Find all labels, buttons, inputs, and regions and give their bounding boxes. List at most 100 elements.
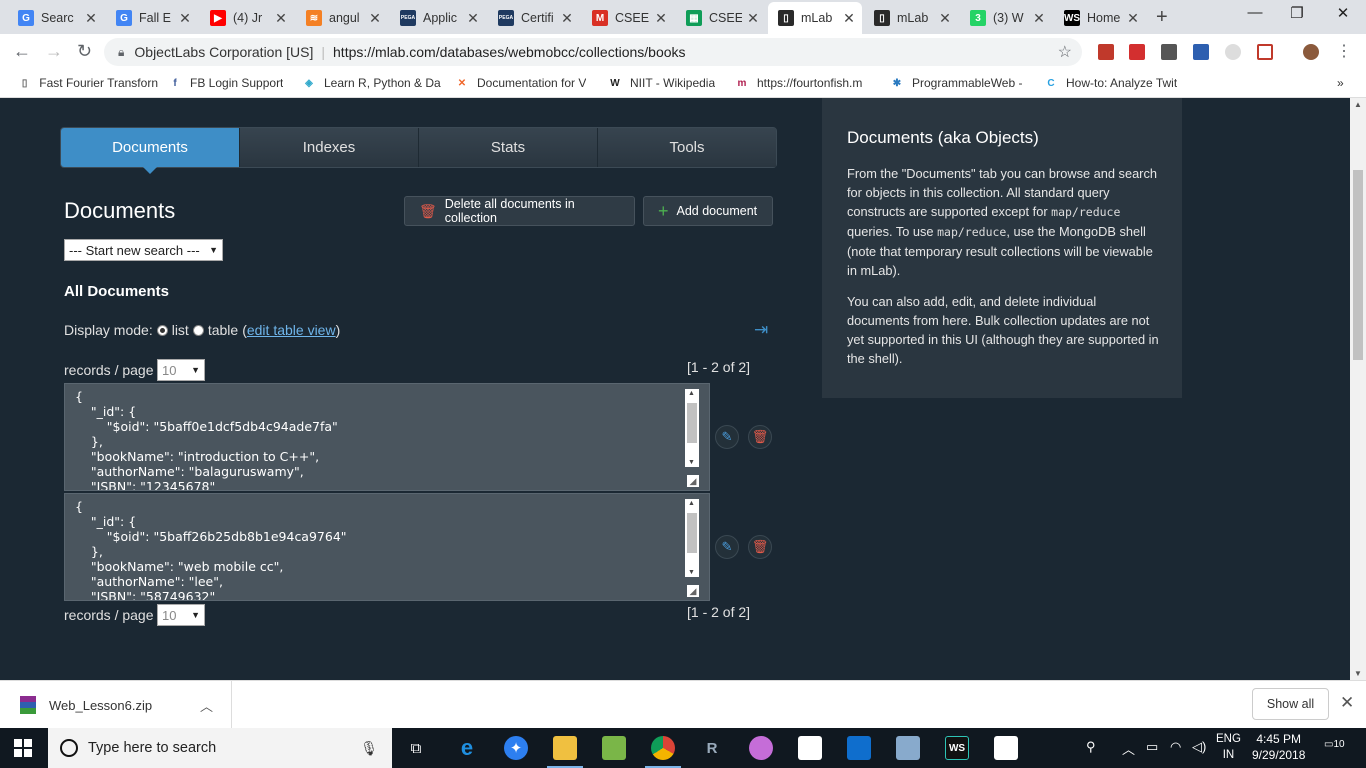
microphone-icon[interactable]: 🎙︎ [360,740,378,757]
taskbar-search[interactable]: Type here to search 🎙︎ [48,728,392,768]
document-json[interactable]: { "_id": { "$oid": "5baff0e1dcf5db4c94ad… [65,384,709,490]
bookmark-item[interactable]: m https://fourtonfish.m [735,76,863,90]
forward-icon[interactable]: → [45,41,63,62]
delete-icon[interactable]: 🗑︎ [748,425,772,449]
browser-tab[interactable]: ≋ angul ✕ [296,4,388,32]
delete-all-button[interactable]: 🗑︎ Delete all documents in collection [404,196,635,226]
edit-icon[interactable]: ✎ [715,535,739,559]
close-tab-icon[interactable]: ✕ [466,10,480,27]
address-url[interactable]: https://mlab.com/databases/webmobcc/coll… [333,44,686,60]
language-indicator[interactable]: ENG IN [1216,731,1241,763]
webstorm-icon[interactable]: WS [945,736,969,760]
clock[interactable]: 4:45 PM 9/29/2018 [1252,731,1305,763]
browser-tab[interactable]: PEGA Applic ✕ [390,4,486,32]
page-scrollbar[interactable]: ▲ ▼ [1350,98,1366,680]
address-bar[interactable]: 🔒︎ ObjectLabs Corporation [US] | https:/… [104,38,1082,66]
new-tab-button[interactable]: + [1156,6,1168,29]
close-tab-icon[interactable]: ✕ [746,10,760,27]
download-item[interactable]: Web_Lesson6.zip ︿ [0,681,232,729]
task-view-icon[interactable]: ⧉ [404,736,428,760]
extension-bookmark-icon[interactable] [1193,44,1209,60]
search-select[interactable]: --- Start new search --- ▼ [64,239,223,261]
table-radio[interactable] [192,324,204,336]
close-tab-icon[interactable]: ✕ [274,10,288,27]
browser-tab[interactable]: G Fall E ✕ [106,4,198,32]
notification-icon[interactable]: ▭10 [1324,739,1345,750]
scrollbar[interactable]: ▲ ▼ [685,389,699,467]
profile-avatar[interactable] [1303,44,1319,60]
resize-grip-icon[interactable]: ◢ [687,585,699,597]
close-tab-icon[interactable]: ✕ [938,10,952,27]
browser-tab[interactable]: ▶ (4) Jr ✕ [200,4,294,32]
bookmark-item[interactable]: ✕ Documentation for V [455,76,587,90]
bookmark-item[interactable]: C How-to: Analyze Twit [1044,76,1177,90]
bookmark-item[interactable]: W NIIT - Wikipedia [608,76,715,90]
extension-jb-icon[interactable] [1161,44,1177,60]
list-radio[interactable] [156,324,168,336]
bookmark-item[interactable]: ✱ ProgrammableWeb - [890,76,1023,90]
mail-icon[interactable] [994,736,1018,760]
restore-button[interactable]: ❐ [1274,4,1320,22]
close-window-button[interactable]: ✕ [1320,4,1366,22]
browser-tab[interactable]: ▯ mLab ✕ [864,4,958,32]
extension-book-icon[interactable] [1098,44,1114,60]
resize-grip-icon[interactable]: ◢ [687,475,699,487]
bookmark-item[interactable]: f FB Login Support [168,76,283,90]
browser-tab[interactable]: WS Home ✕ [1054,4,1146,32]
virtualbox-icon[interactable] [896,736,920,760]
records-per-page-select[interactable]: 10 ▼ [157,604,205,626]
reload-icon[interactable]: ↻ [77,41,92,62]
tab-indexes[interactable]: Indexes [240,128,419,167]
browser-tab[interactable]: 3 (3) W ✕ [960,4,1052,32]
browser-tab[interactable]: M CSEE ✕ [582,4,674,32]
records-per-page-select[interactable]: 10 ▼ [157,359,205,381]
safari-icon[interactable]: ✦ [504,736,528,760]
close-tab-icon[interactable]: ✕ [560,10,574,27]
volume-icon[interactable]: ◁) [1192,739,1206,755]
back-icon[interactable]: ← [13,41,31,62]
export-icon[interactable]: ⇥ [754,320,768,340]
battery-icon[interactable]: ▭ [1146,739,1158,755]
r-icon[interactable]: R [700,736,724,760]
bookmark-star-icon[interactable]: ☆ [1058,42,1072,62]
browser-tab[interactable]: G Searc ✕ [8,4,104,32]
extension-pocket-icon[interactable] [1257,44,1273,60]
edge-icon[interactable]: e [455,735,479,760]
delete-icon[interactable]: 🗑︎ [748,535,772,559]
extension-play-icon[interactable] [1129,44,1145,60]
minimize-button[interactable]: — [1232,4,1278,21]
sticky-notes-icon[interactable] [798,736,822,760]
browser-tab[interactable]: ▦ CSEE ✕ [676,4,766,32]
close-tab-icon[interactable]: ✕ [178,10,192,27]
wifi-icon[interactable]: ◠ [1170,739,1181,755]
add-document-button[interactable]: + Add document [643,196,773,226]
chevron-up-icon[interactable]: ︿ [1122,739,1135,758]
chevron-up-icon[interactable]: ︿ [200,696,213,715]
show-all-button[interactable]: Show all [1252,688,1329,720]
menu-kebab-icon[interactable]: ⋮ [1336,41,1352,61]
tab-documents[interactable]: Documents [61,128,240,174]
tab-tools[interactable]: Tools [598,128,776,167]
bookmark-item[interactable]: ▯ Fast Fourier Transforn [18,76,158,90]
browser-tab[interactable]: PEGA Certifi ✕ [488,4,580,32]
chrome-icon[interactable] [645,736,681,768]
github-desktop-icon[interactable] [749,736,773,760]
browser-tab[interactable]: ▯ mLab ✕ [768,2,862,34]
close-tab-icon[interactable]: ✕ [368,10,382,27]
document-json[interactable]: { "_id": { "$oid": "5baff26b25db8b1e94ca… [65,494,709,600]
notepad-icon[interactable] [602,736,626,760]
close-tab-icon[interactable]: ✕ [1126,10,1140,27]
file-explorer-icon[interactable] [547,736,583,768]
edit-icon[interactable]: ✎ [715,425,739,449]
bookmark-item[interactable]: ◈ Learn R, Python & Da [302,76,441,90]
close-tab-icon[interactable]: ✕ [1032,10,1046,27]
close-tab-icon[interactable]: ✕ [654,10,668,27]
windows-start-icon[interactable] [14,739,32,757]
scrollbar[interactable]: ▲ ▼ [685,499,699,577]
edit-table-view-link[interactable]: edit table view [247,322,336,338]
document-editor[interactable]: { "_id": { "$oid": "5baff26b25db8b1e94ca… [64,493,710,601]
tab-stats[interactable]: Stats [419,128,598,167]
document-editor[interactable]: { "_id": { "$oid": "5baff0e1dcf5db4c94ad… [64,383,710,491]
outlook-icon[interactable] [847,736,871,760]
close-tab-icon[interactable]: ✕ [842,10,856,27]
